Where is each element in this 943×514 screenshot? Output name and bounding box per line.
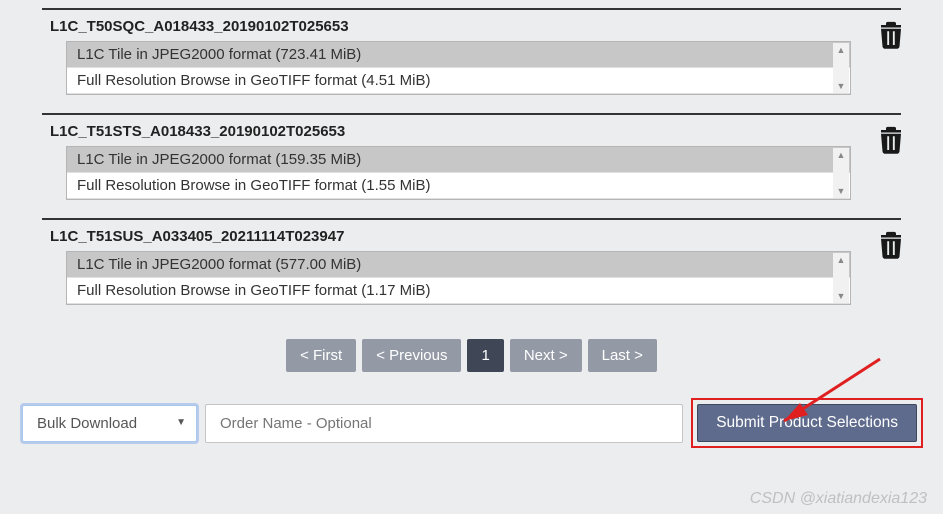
format-listbox[interactable]: L1C Tile in JPEG2000 format (723.41 MiB)… xyxy=(66,41,851,95)
format-option[interactable]: Full Resolution Browse in GeoTIFF format… xyxy=(67,278,850,304)
last-page-button[interactable]: Last > xyxy=(588,339,657,372)
previous-page-button[interactable]: < Previous xyxy=(362,339,461,372)
next-page-button[interactable]: Next > xyxy=(510,339,582,372)
action-bar: Bulk Download Submit Product Selections xyxy=(0,398,943,448)
product-title: L1C_T51STS_A018433_20190102T025653 xyxy=(42,121,901,146)
format-option[interactable]: L1C Tile in JPEG2000 format (159.35 MiB) xyxy=(67,147,850,173)
scroll-down-icon[interactable]: ▼ xyxy=(833,184,849,198)
product-item: L1C_T51STS_A018433_20190102T025653 L1C T… xyxy=(42,113,901,218)
first-page-button[interactable]: < First xyxy=(286,339,356,372)
bulk-download-select[interactable]: Bulk Download xyxy=(22,405,197,442)
pagination: < First < Previous 1 Next > Last > xyxy=(0,323,943,398)
product-item: L1C_T50SQC_A018433_20190102T025653 L1C T… xyxy=(42,8,901,113)
format-option[interactable]: Full Resolution Browse in GeoTIFF format… xyxy=(67,173,850,199)
product-list: L1C_T50SQC_A018433_20190102T025653 L1C T… xyxy=(0,8,943,323)
format-listbox[interactable]: L1C Tile in JPEG2000 format (577.00 MiB)… xyxy=(66,251,851,305)
format-option[interactable]: L1C Tile in JPEG2000 format (577.00 MiB) xyxy=(67,252,850,278)
trash-icon[interactable] xyxy=(876,123,906,157)
scroll-up-icon[interactable]: ▲ xyxy=(833,43,849,57)
watermark: CSDN @xiatiandexia123 xyxy=(750,490,927,508)
format-listbox[interactable]: L1C Tile in JPEG2000 format (159.35 MiB)… xyxy=(66,146,851,200)
product-item: L1C_T51SUS_A033405_20211114T023947 L1C T… xyxy=(42,218,901,323)
scrollbar[interactable]: ▲ ▼ xyxy=(833,148,849,198)
scroll-up-icon[interactable]: ▲ xyxy=(833,253,849,267)
scroll-down-icon[interactable]: ▼ xyxy=(833,79,849,93)
scroll-up-icon[interactable]: ▲ xyxy=(833,148,849,162)
format-option[interactable]: Full Resolution Browse in GeoTIFF format… xyxy=(67,68,850,94)
submit-button[interactable]: Submit Product Selections xyxy=(697,404,917,442)
current-page-button[interactable]: 1 xyxy=(467,339,503,372)
scrollbar[interactable]: ▲ ▼ xyxy=(833,43,849,93)
format-option[interactable]: L1C Tile in JPEG2000 format (723.41 MiB) xyxy=(67,42,850,68)
trash-icon[interactable] xyxy=(876,18,906,52)
scrollbar[interactable]: ▲ ▼ xyxy=(833,253,849,303)
submit-highlight: Submit Product Selections xyxy=(691,398,923,448)
product-title: L1C_T50SQC_A018433_20190102T025653 xyxy=(42,16,901,41)
product-title: L1C_T51SUS_A033405_20211114T023947 xyxy=(42,226,901,251)
trash-icon[interactable] xyxy=(876,228,906,262)
bulk-download-label: Bulk Download xyxy=(37,415,137,432)
scroll-down-icon[interactable]: ▼ xyxy=(833,289,849,303)
order-name-input[interactable] xyxy=(205,404,683,443)
